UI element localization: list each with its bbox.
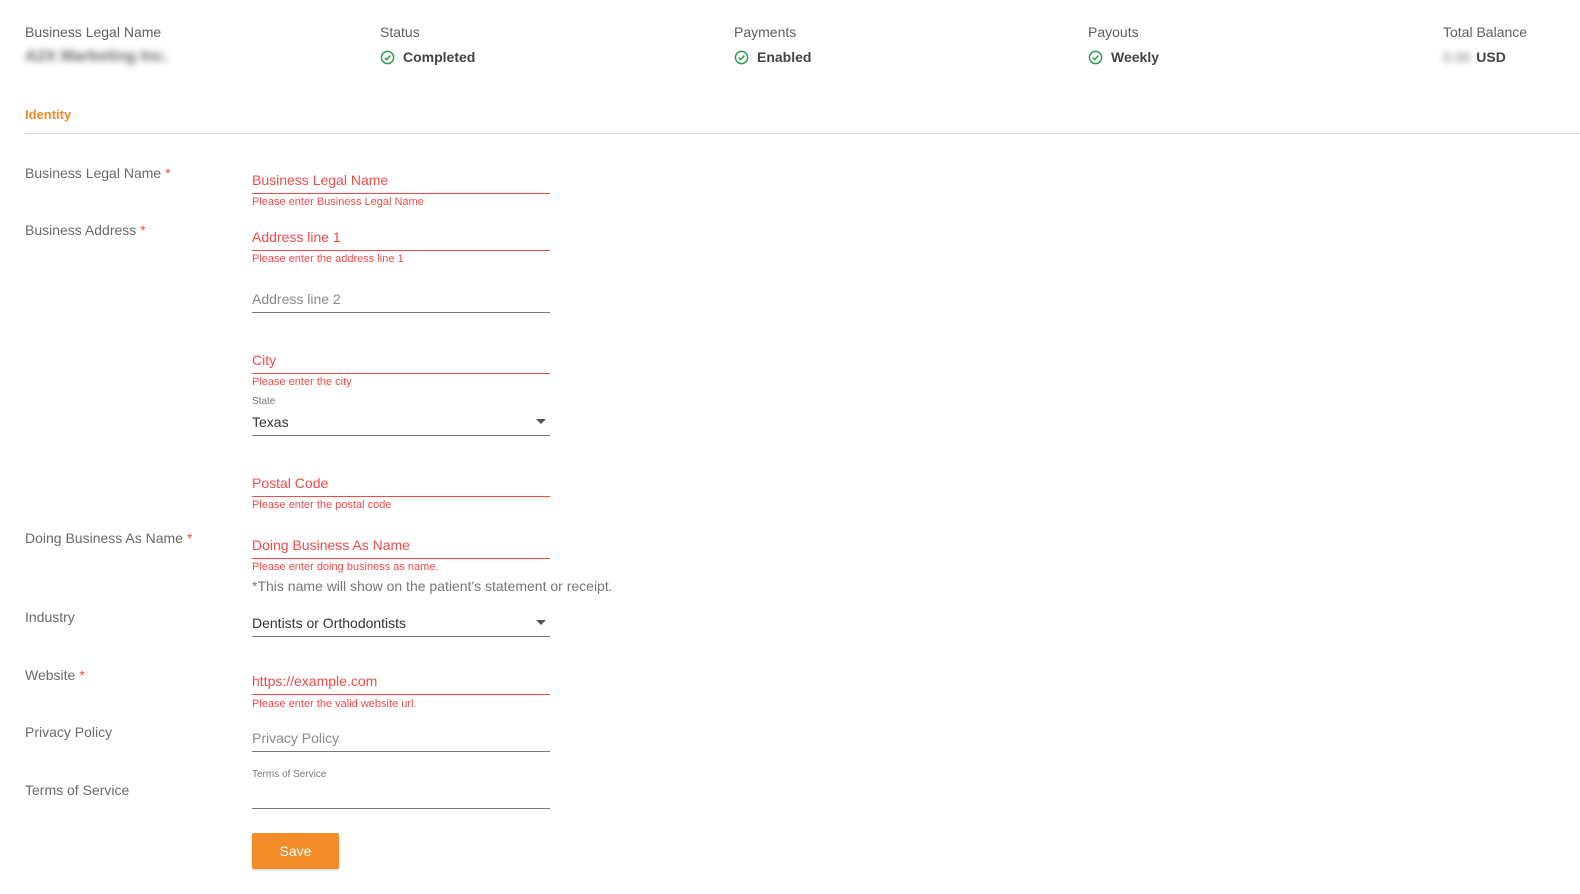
industry-select[interactable]: Dentists or Orthodontists xyxy=(252,614,550,637)
summary-payments-value: Enabled xyxy=(757,49,812,65)
address-line1-field[interactable]: Address line 1 xyxy=(252,228,550,251)
summary-status: Status Completed xyxy=(380,24,475,65)
city-input[interactable]: City xyxy=(252,351,550,369)
postal-code-error: Please enter the postal code xyxy=(252,499,392,511)
privacy-policy-label: Privacy Policy xyxy=(25,724,113,740)
address-line1-input[interactable]: Address line 1 xyxy=(252,228,550,246)
privacy-policy-input[interactable]: Privacy Policy xyxy=(252,729,550,747)
summary-payouts: Payouts Weekly xyxy=(1088,24,1159,65)
legal-name-label: Business Legal Name * xyxy=(25,165,171,181)
required-mark: * xyxy=(140,222,146,238)
summary-balance: Total Balance 0.00 USD xyxy=(1443,24,1527,65)
address-line2-input[interactable]: Address line 2 xyxy=(252,290,550,308)
terms-input[interactable] xyxy=(252,786,550,804)
summary-balance-currency: USD xyxy=(1476,49,1506,65)
industry-value[interactable]: Dentists or Orthodontists xyxy=(252,614,550,632)
chevron-down-icon[interactable] xyxy=(536,620,546,625)
address-line2-field[interactable]: Address line 2 xyxy=(252,290,550,313)
dba-error: Please enter doing business as name. xyxy=(252,561,439,573)
website-label: Website * xyxy=(25,667,85,683)
address-line1-error: Please enter the address line 1 xyxy=(252,253,404,265)
summary-payouts-value: Weekly xyxy=(1111,49,1159,65)
summary-status-value: Completed xyxy=(403,49,476,65)
city-field[interactable]: City xyxy=(252,351,550,374)
legal-name-input[interactable]: Business Legal Name xyxy=(252,171,550,189)
summary-payments: Payments Enabled xyxy=(734,24,811,65)
legal-name-field[interactable]: Business Legal Name xyxy=(252,171,550,194)
state-value[interactable]: Texas xyxy=(252,413,550,431)
summary-balance-amount: 0.00 xyxy=(1443,49,1471,65)
required-mark: * xyxy=(79,667,85,683)
website-field[interactable]: https://example.com xyxy=(252,672,550,695)
summary-legal-name-value: A2X Marketing Inc. xyxy=(25,48,169,65)
required-mark: * xyxy=(165,165,171,181)
summary-balance-label: Total Balance xyxy=(1443,24,1528,40)
city-error: Please enter the city xyxy=(252,376,352,388)
summary-legal-name-label: Business Legal Name xyxy=(25,24,162,40)
check-circle-icon xyxy=(734,50,749,64)
summary-payments-label: Payments xyxy=(734,24,797,40)
legal-name-error: Please enter Business Legal Name xyxy=(252,196,424,208)
chevron-down-icon[interactable] xyxy=(536,419,546,424)
dba-label: Doing Business As Name * xyxy=(25,530,193,546)
required-mark: * xyxy=(186,530,193,546)
summary-payouts-label: Payouts xyxy=(1088,24,1139,40)
state-select[interactable]: Texas xyxy=(252,413,550,436)
dba-hint: *This name will show on the patient's st… xyxy=(252,578,613,594)
check-circle-icon xyxy=(380,50,395,64)
save-button[interactable]: Save xyxy=(252,833,339,869)
postal-code-input[interactable]: Postal Code xyxy=(252,474,550,492)
dba-field[interactable]: Doing Business As Name xyxy=(252,536,550,559)
summary-legal-name: Business Legal Name A2X Marketing Inc. xyxy=(25,24,168,65)
postal-code-field[interactable]: Postal Code xyxy=(252,474,550,497)
dba-input[interactable]: Doing Business As Name xyxy=(252,536,550,554)
summary-status-label: Status xyxy=(380,24,420,40)
account-summary: Business Legal Name A2X Marketing Inc. S… xyxy=(0,0,1580,90)
tab-identity[interactable]: Identity xyxy=(25,107,71,122)
website-error: Please enter the valid website url. xyxy=(252,698,417,710)
address-label: Business Address * xyxy=(25,222,146,238)
privacy-policy-field[interactable]: Privacy Policy xyxy=(252,729,550,752)
check-circle-icon xyxy=(1088,50,1103,64)
tab-divider xyxy=(25,133,1580,134)
state-float-label: State xyxy=(252,396,276,407)
terms-field[interactable] xyxy=(252,786,550,809)
industry-label: Industry xyxy=(25,609,75,625)
terms-label: Terms of Service xyxy=(25,782,130,798)
website-input[interactable]: https://example.com xyxy=(252,672,550,690)
terms-float-label: Terms of Service xyxy=(252,769,327,780)
